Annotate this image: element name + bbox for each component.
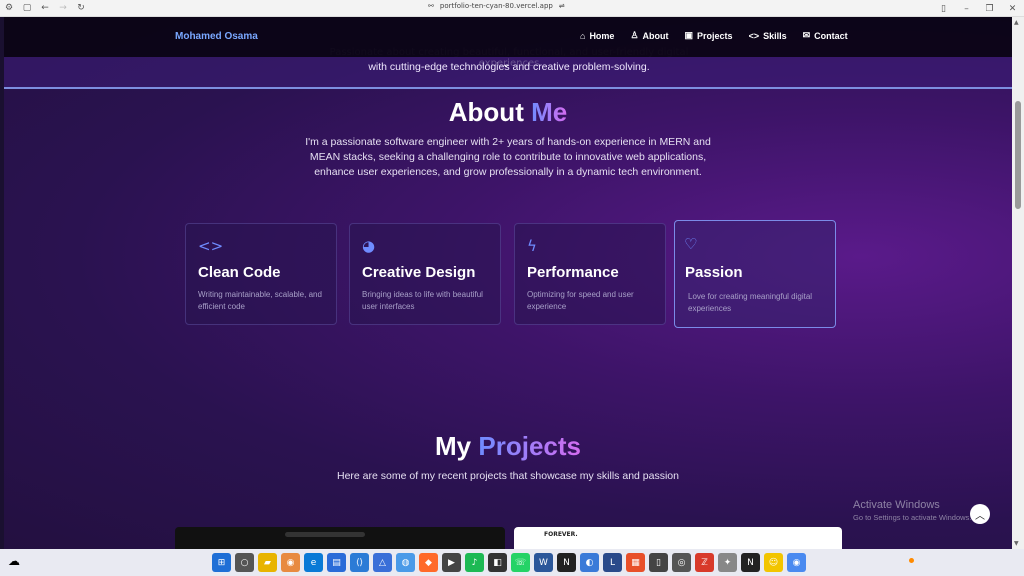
folder-icon[interactable]: ▰ <box>258 553 277 572</box>
weather-icon[interactable]: ☁ <box>8 554 24 570</box>
browser-icon[interactable]: ◉ <box>281 553 300 572</box>
project-thumbnail[interactable]: FOREVER. <box>514 527 842 549</box>
spotify-icon[interactable]: ♪ <box>465 553 484 572</box>
reload-icon[interactable]: ↻ <box>72 0 90 17</box>
mail-icon: ✉ <box>802 30 811 40</box>
project-thumbnail[interactable] <box>175 527 505 549</box>
notion-icon[interactable]: N <box>741 553 760 572</box>
notification-dot-icon <box>909 558 914 563</box>
card-performance[interactable]: ϟ Performance Optimizing for speed and u… <box>514 223 666 325</box>
word-icon[interactable]: W <box>534 553 553 572</box>
browser-toolbar: ⚙ ▢ ← → ↻ ⚯ portfolio-ten-cyan-80.vercel… <box>0 0 1024 17</box>
maximize-icon[interactable]: ❐ <box>978 0 1001 17</box>
search-icon[interactable]: ○ <box>235 553 254 572</box>
nav-about[interactable]: ♙ About <box>630 30 668 41</box>
close-icon[interactable]: ✕ <box>1001 0 1024 17</box>
card-clean-code[interactable]: <> Clean Code Writing maintainable, scal… <box>185 223 337 325</box>
scroll-down-chevron-icon[interactable]: ⌄ <box>502 59 510 70</box>
card-title: Clean Code <box>198 264 281 281</box>
nav-links: ⌂ Home ♙ About ▣ Projects <> Skills ✉ Contact <box>580 30 848 41</box>
store-icon[interactable]: ▤ <box>327 553 346 572</box>
scrollbar-thumb[interactable] <box>1015 101 1021 209</box>
chevron-up-icon: ︿ <box>975 510 985 522</box>
home-icon: ⌂ <box>580 30 586 41</box>
app-icon[interactable]: ◍ <box>396 553 415 572</box>
postman-icon[interactable]: ◆ <box>419 553 438 572</box>
nav-contact[interactable]: ✉ Contact <box>803 30 848 41</box>
tune-icon[interactable]: ⇌ <box>559 2 565 10</box>
card-desc: Writing maintainable, scalable, and effi… <box>198 290 322 311</box>
app-icon[interactable]: ☺ <box>764 553 783 572</box>
app-icon[interactable]: ◐ <box>580 553 599 572</box>
taskbar-apps: ⊞ ○ ▰ ◉ e ▤ ⟨⟩ △ ◍ ◆ ▶ ♪ ◧ ☏ W N ◐ L ▦ ▯… <box>212 553 806 572</box>
settings-icon[interactable]: ⚙ <box>0 0 18 17</box>
projects-title: My Projects <box>435 431 581 461</box>
card-title: Creative Design <box>362 264 476 281</box>
terminal-icon[interactable]: ▶ <box>442 553 461 572</box>
app-icon[interactable]: L <box>603 553 622 572</box>
project-logo: FOREVER. <box>544 531 578 538</box>
app-icon[interactable]: ▦ <box>626 553 645 572</box>
search-bar-preview <box>285 532 365 537</box>
card-passion[interactable]: ♡ Passion Love for creating meaningful d… <box>674 220 836 328</box>
forward-icon[interactable]: → <box>54 0 72 17</box>
card-creative-design[interactable]: ◕ Creative Design Bringing ideas to life… <box>349 223 501 325</box>
minimize-icon[interactable]: – <box>955 0 978 17</box>
link-icon: ⚯ <box>428 2 434 10</box>
activate-windows-watermark: Activate Windows Go to Settings to activ… <box>853 499 972 522</box>
about-text: I'm a passionate software engineer with … <box>305 136 711 178</box>
chrome-icon[interactable]: ◉ <box>787 553 806 572</box>
app-icon[interactable]: ◧ <box>488 553 507 572</box>
projects-subtitle: Here are some of my recent projects that… <box>337 470 679 482</box>
app-icon[interactable]: ℤ <box>695 553 714 572</box>
card-desc: Optimizing for speed and user experience <box>527 290 634 311</box>
page-viewport: Passionate about creating beautiful, fun… <box>4 17 1012 549</box>
url-text: portfolio-ten-cyan-80.vercel.app <box>439 2 553 10</box>
app-icon[interactable]: ✦ <box>718 553 737 572</box>
back-icon[interactable]: ← <box>36 0 54 17</box>
split-view-icon[interactable]: ▯ <box>932 0 955 17</box>
hero-section-tail: Passionate about creating beautiful, fun… <box>4 47 1012 89</box>
code-icon: <> <box>748 30 760 41</box>
lightning-icon: ϟ <box>527 237 537 255</box>
sidebar-icon[interactable]: ▢ <box>18 0 36 17</box>
nav-skills[interactable]: <> Skills <box>749 30 787 41</box>
edge-icon[interactable]: e <box>304 553 323 572</box>
briefcase-icon: ▣ <box>684 30 694 40</box>
card-desc: Love for creating meaningful digital exp… <box>688 292 813 313</box>
app-icon[interactable]: ◎ <box>672 553 691 572</box>
nav-projects[interactable]: ▣ Projects <box>685 30 733 41</box>
page-scrollbar[interactable]: ▲ ▼ <box>1012 17 1024 549</box>
app-icon[interactable]: ▯ <box>649 553 668 572</box>
card-title: Passion <box>685 264 743 281</box>
scroll-down-arrow-icon[interactable]: ▼ <box>1014 540 1019 547</box>
palette-icon: ◕ <box>362 237 376 255</box>
brand-logo[interactable]: Mohamed Osama <box>175 31 258 42</box>
vscode-icon[interactable]: ⟨⟩ <box>350 553 369 572</box>
heart-icon: ♡ <box>684 235 698 253</box>
user-icon: ♙ <box>630 30 639 40</box>
windows-taskbar: ☁ ⊞ ○ ▰ ◉ e ▤ ⟨⟩ △ ◍ ◆ ▶ ♪ ◧ ☏ W N ◐ L ▦… <box>0 549 1024 576</box>
card-title: Performance <box>527 264 619 281</box>
about-title: About Me <box>448 97 568 127</box>
navbar: Mohamed Osama ⌂ Home ♙ About ▣ Projects <> S… <box>4 17 1012 57</box>
scroll-to-top-button[interactable]: ︿ <box>970 504 990 524</box>
nav-home[interactable]: ⌂ Home <box>580 30 614 41</box>
scroll-up-arrow-icon[interactable]: ▲ <box>1014 19 1019 26</box>
whatsapp-icon[interactable]: ☏ <box>511 553 530 572</box>
card-desc: Bringing ideas to life with beautiful us… <box>362 290 483 311</box>
address-bar[interactable]: ⚯ portfolio-ten-cyan-80.vercel.app ⇌ <box>428 2 565 10</box>
app-icon[interactable]: △ <box>373 553 392 572</box>
start-icon[interactable]: ⊞ <box>212 553 231 572</box>
code-icon: <> <box>198 237 224 255</box>
notion-icon[interactable]: N <box>557 553 576 572</box>
